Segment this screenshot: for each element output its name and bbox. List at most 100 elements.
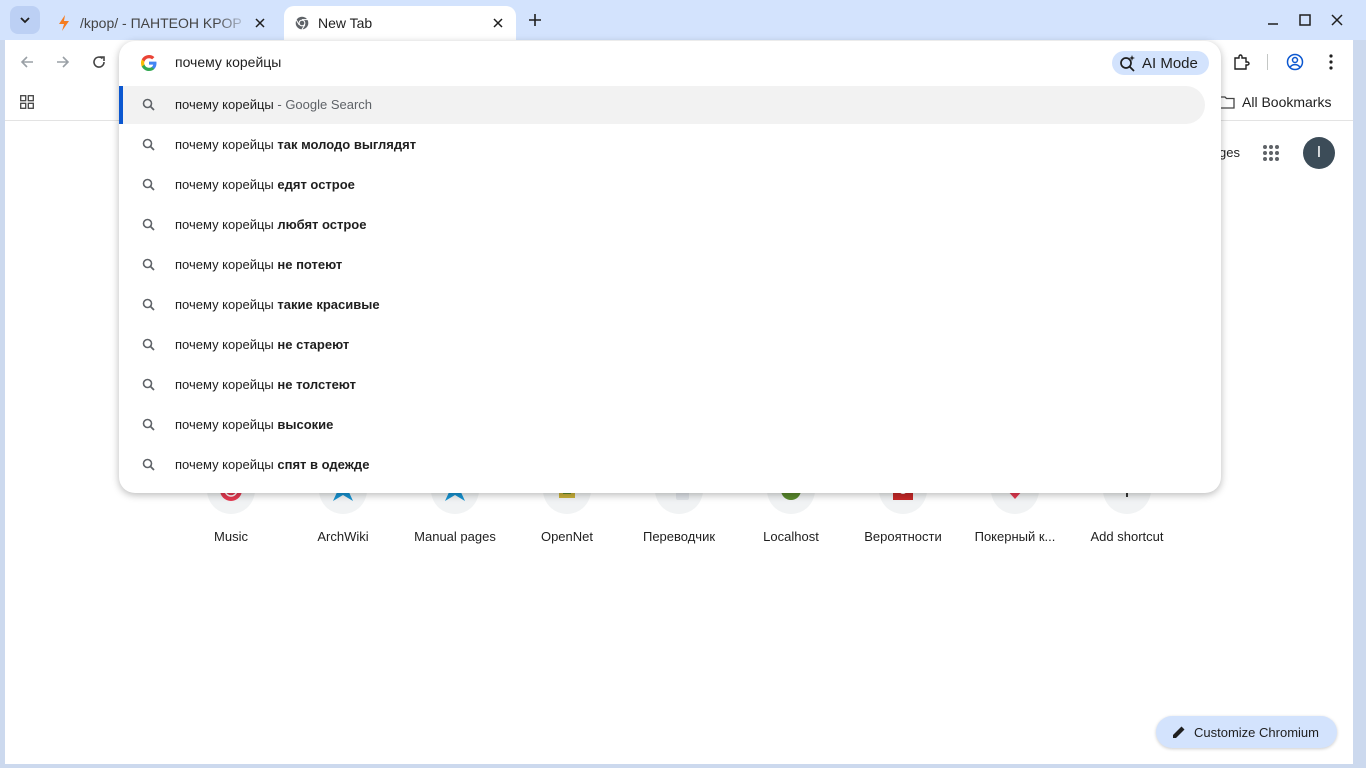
avatar-letter: I (1316, 144, 1322, 161)
new-tab-button[interactable] (524, 9, 546, 31)
omnibox-dropdown: почему корейцы AI Mode почему корейцы - … (119, 41, 1221, 493)
suggestion-completion: высокие (277, 417, 334, 432)
forward-arrow-icon (57, 56, 70, 68)
search-icon (142, 258, 155, 271)
suggestion-prefix: почему корейцы (175, 137, 274, 152)
suggestion-prefix: почему корейцы (175, 417, 274, 432)
suggestion-item[interactable]: почему корейцы такие красивые (119, 285, 1221, 325)
suggestion-item[interactable]: почему корейцы спят в одежде (119, 445, 1221, 485)
close-icon (1331, 14, 1343, 26)
tab-title: New Tab (318, 15, 373, 31)
suggestion-text: почему корейцы любят острое (175, 217, 366, 232)
tab-new-tab[interactable]: New Tab (284, 6, 516, 40)
extensions-button[interactable] (1227, 48, 1255, 76)
suggestion-text: почему корейцы не стареют (175, 337, 349, 352)
suggestion-google-search[interactable]: почему корейцы - Google Search (119, 85, 1221, 125)
chevron-down-icon (20, 17, 30, 24)
suggestion-text: почему корейцы спят в одежде (175, 457, 369, 472)
all-bookmarks-label: All Bookmarks (1242, 94, 1332, 110)
ai-mode-label: AI Mode (1142, 54, 1198, 72)
suggestion-text: почему корейцы - Google Search (175, 97, 372, 112)
suggestion-text: почему корейцы не потеют (175, 257, 342, 272)
more-vert-icon (1329, 54, 1333, 70)
back-arrow-icon (20, 56, 33, 68)
customize-label: Customize Chromium (1194, 724, 1319, 740)
suggestion-item[interactable]: почему корейцы не потеют (119, 245, 1221, 285)
suggestion-text: почему корейцы высокие (175, 417, 333, 432)
suggestion-item[interactable]: почему корейцы едят острое (119, 165, 1221, 205)
suggestion-prefix: почему корейцы (175, 217, 274, 232)
close-tab-icon[interactable] (250, 13, 270, 33)
suggestion-item[interactable]: почему корейцы не стареют (119, 325, 1221, 365)
puzzle-icon (1234, 54, 1250, 70)
tab-kpop[interactable]: /kpop/ - ПАНТЕОН KPOP (46, 6, 278, 40)
ai-mode-button[interactable]: AI Mode (1112, 51, 1209, 75)
search-icon (142, 98, 155, 111)
suggestion-prefix: почему корейцы (175, 377, 274, 392)
reload-icon (93, 56, 105, 68)
google-g-icon (141, 55, 157, 71)
suggestion-completion: не потеют (277, 257, 343, 272)
shortcut-label: Localhost (763, 529, 819, 544)
suggestion-completion: не стареют (277, 337, 350, 352)
minimize-button[interactable] (1261, 8, 1285, 32)
suggestion-completion: спят в одежде (277, 457, 370, 472)
shortcut-label: Переводчик (642, 529, 716, 544)
omnibox-input-row[interactable]: почему корейцы AI Mode (119, 41, 1221, 85)
avatar[interactable]: I (1303, 137, 1335, 169)
customize-chromium-button[interactable]: Customize Chromium (1156, 716, 1337, 748)
close-tab-icon[interactable] (488, 13, 508, 33)
folder-icon (1219, 96, 1235, 109)
shortcut-label: ArchWiki (317, 529, 369, 544)
plus-icon (529, 14, 541, 26)
suggestion-item[interactable]: почему корейцы высокие (119, 405, 1221, 445)
reload-button[interactable] (85, 48, 113, 76)
maximize-icon (1299, 14, 1311, 26)
search-icon (142, 298, 155, 311)
apps-button[interactable] (17, 92, 37, 112)
search-icon (142, 458, 155, 471)
suggestion-prefix: почему корейцы (175, 97, 274, 112)
suggestion-prefix: почему корейцы (175, 337, 274, 352)
header-link-partial[interactable]: ges (1219, 145, 1240, 160)
search-icon (142, 338, 155, 351)
tab-search-button[interactable] (10, 6, 40, 34)
omnibox-query-text[interactable]: почему корейцы (175, 54, 281, 70)
suggestion-item[interactable]: почему корейцы не толстеют (119, 365, 1221, 405)
search-icon (142, 138, 155, 151)
ai-search-sparkle-icon (1119, 54, 1137, 72)
suggestion-text: почему корейцы так молодо выглядят (175, 137, 416, 152)
suggestion-completion: не толстеют (277, 377, 356, 392)
profile-button[interactable] (1281, 48, 1309, 76)
pencil-icon (1172, 725, 1186, 739)
selection-indicator (119, 86, 123, 124)
tab-strip: /kpop/ - ПАНТЕОН KPOP New Tab (0, 0, 1366, 40)
account-circle-icon (1286, 53, 1304, 71)
apps-grid-icon (20, 95, 34, 109)
all-bookmarks-button[interactable]: All Bookmarks (1219, 90, 1331, 114)
search-icon (142, 178, 155, 191)
maximize-button[interactable] (1293, 8, 1317, 32)
suggestion-completion: любят острое (277, 217, 367, 232)
shortcut-label: Вероятности (864, 529, 942, 544)
suggestion-completion: едят острое (277, 177, 355, 192)
suggestion-prefix: почему корейцы (175, 177, 274, 192)
search-icon (142, 218, 155, 231)
menu-button[interactable] (1317, 48, 1345, 76)
suggestion-prefix: почему корейцы (175, 297, 274, 312)
suggestion-suffix: - Google Search (273, 97, 373, 112)
back-button[interactable] (13, 48, 41, 76)
google-apps-button[interactable] (1259, 141, 1283, 165)
tab-title: /kpop/ - ПАНТЕОН KPOP (80, 15, 242, 31)
suggestion-text: почему корейцы такие красивые (175, 297, 380, 312)
suggestion-item[interactable]: почему корейцы так молодо выглядят (119, 125, 1221, 165)
minimize-icon (1268, 23, 1278, 25)
toolbar-divider (1267, 54, 1268, 70)
forward-button[interactable] (49, 48, 77, 76)
lightning-icon (56, 15, 72, 31)
close-window-button[interactable] (1325, 8, 1349, 32)
suggestion-prefix: почему корейцы (175, 257, 274, 272)
suggestion-completion: такие красивые (277, 297, 380, 312)
shortcut-label: OpenNet (540, 529, 594, 544)
suggestion-item[interactable]: почему корейцы любят острое (119, 205, 1221, 245)
